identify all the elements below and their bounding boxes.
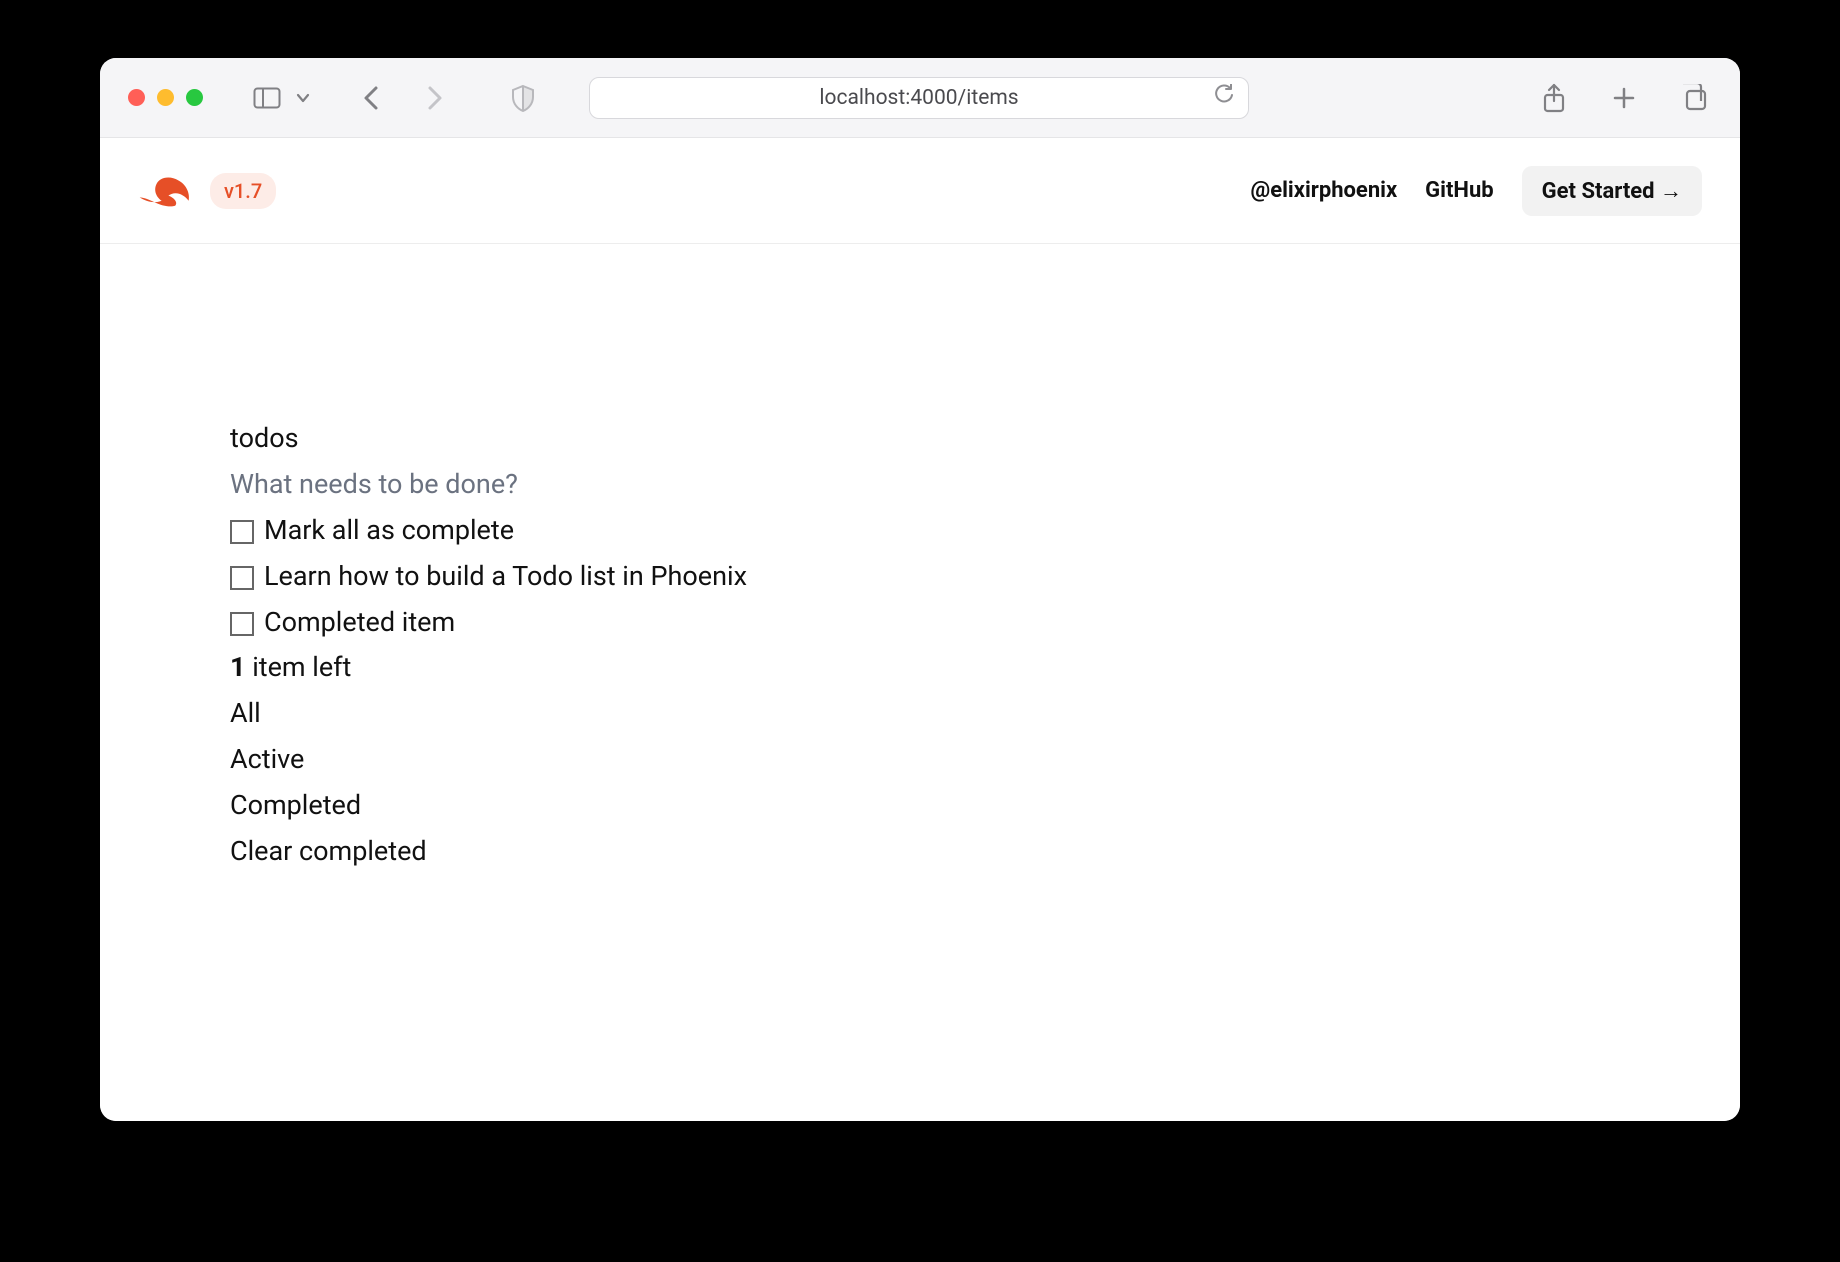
count-text: item left [246, 651, 352, 683]
get-started-button[interactable]: Get Started → [1522, 166, 1702, 216]
traffic-lights [128, 89, 203, 106]
chevron-down-icon[interactable] [293, 80, 313, 116]
phoenix-logo-icon [138, 172, 192, 210]
page-body: v1.7 @elixirphoenix GitHub Get Started →… [100, 138, 1740, 1121]
tabs-overview-icon[interactable] [1676, 80, 1712, 116]
twitter-link[interactable]: @elixirphoenix [1251, 178, 1398, 203]
new-tab-icon[interactable] [1606, 80, 1642, 116]
filter-completed[interactable]: Completed [230, 783, 1740, 829]
window-close-button[interactable] [128, 89, 145, 106]
version-badge: v1.7 [210, 173, 276, 209]
toggle-all-label[interactable]: Mark all as complete [264, 508, 514, 554]
privacy-shield-icon[interactable] [505, 80, 541, 116]
filter-active[interactable]: Active [230, 737, 1740, 783]
reload-icon[interactable] [1214, 84, 1234, 112]
forward-button[interactable] [417, 80, 453, 116]
address-bar[interactable]: localhost:4000/items [589, 77, 1249, 119]
header-links: @elixirphoenix GitHub Get Started → [1251, 166, 1703, 216]
right-toolbar [1536, 80, 1712, 116]
todo-checkbox[interactable] [230, 612, 254, 636]
back-button[interactable] [353, 80, 389, 116]
new-todo-input[interactable]: What needs to be done? [230, 462, 1740, 508]
items-left-count: 1 item left [230, 645, 1740, 691]
github-link[interactable]: GitHub [1425, 178, 1494, 203]
filter-all[interactable]: All [230, 691, 1740, 737]
todos-title: todos [230, 416, 1740, 462]
todo-item: Learn how to build a Todo list in Phoeni… [230, 554, 1740, 600]
share-icon[interactable] [1536, 80, 1572, 116]
todo-item: Completed item [230, 600, 1740, 646]
count-number: 1 [230, 651, 246, 683]
clear-completed-button[interactable]: Clear completed [230, 829, 1740, 875]
sidebar-icon[interactable] [249, 80, 285, 116]
todo-checkbox[interactable] [230, 566, 254, 590]
sidebar-toggle-group [249, 80, 313, 116]
browser-chrome: localhost:4000/items [100, 58, 1740, 138]
window-minimize-button[interactable] [157, 89, 174, 106]
app-header: v1.7 @elixirphoenix GitHub Get Started → [100, 138, 1740, 244]
toggle-all-row: Mark all as complete [230, 508, 1740, 554]
main-content: todos What needs to be done? Mark all as… [100, 244, 1740, 875]
todo-label[interactable]: Completed item [264, 600, 455, 646]
browser-window: localhost:4000/items [100, 58, 1740, 1121]
url-text: localhost:4000/items [819, 86, 1018, 110]
window-maximize-button[interactable] [186, 89, 203, 106]
nav-arrows [353, 80, 453, 116]
toggle-all-checkbox[interactable] [230, 520, 254, 544]
todo-label[interactable]: Learn how to build a Todo list in Phoeni… [264, 554, 747, 600]
